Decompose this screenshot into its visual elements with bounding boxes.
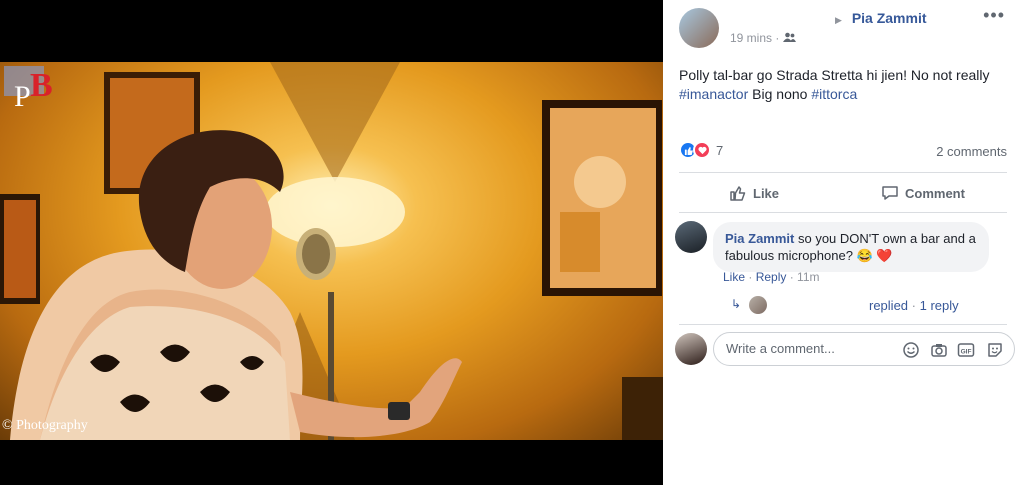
comment-like-link[interactable]: Like (723, 270, 745, 284)
love-reaction-icon (693, 141, 711, 159)
svg-text:GIF: GIF (961, 348, 972, 355)
replied-label: replied (869, 298, 909, 313)
commenter-name[interactable]: Pia Zammit (725, 231, 794, 246)
divider (679, 172, 1007, 173)
comment-input[interactable] (726, 341, 886, 356)
comment-time[interactable]: 11m (797, 270, 819, 284)
emoji-icon[interactable] (902, 341, 920, 359)
svg-text:B: B (30, 67, 53, 104)
comment-actions: Like · Reply · 11m (723, 270, 820, 284)
reply-arrow-icon: ↳ (731, 297, 742, 311)
thumbs-up-icon (730, 186, 746, 201)
commenter-avatar[interactable] (675, 221, 707, 253)
reaction-count: 7 (716, 142, 724, 158)
more-options-button[interactable]: ••• (983, 5, 1005, 26)
svg-text:P: P (14, 80, 31, 113)
replies-link[interactable]: replied · 1 reply (869, 298, 959, 313)
comment-button[interactable]: Comment (881, 181, 965, 205)
play-arrow-icon: ▶ (835, 15, 842, 25)
photo[interactable]: B P © Photography (0, 62, 663, 440)
photo-viewer: B P © Photography (0, 0, 663, 485)
like-label: Like (753, 185, 780, 201)
author-row: ▶ Pia Zammit (835, 10, 927, 26)
comment-icon (882, 186, 898, 200)
photo-theater: B P © Photography ▶ Pia Zammit ••• 19 mi… (0, 0, 1015, 485)
camera-icon[interactable] (930, 341, 948, 359)
post-text: Polly tal-bar go Strada Stretta hi jien!… (679, 66, 1009, 104)
sticker-icon[interactable] (986, 341, 1004, 359)
replier-avatar (749, 296, 767, 314)
comment-label: Comment (905, 185, 965, 201)
post-body-mid: Big nono (752, 86, 808, 102)
photographer-logo: B P (4, 66, 53, 113)
current-user-avatar (675, 333, 707, 365)
hashtag-imanactor[interactable]: #imanactor (679, 86, 748, 102)
replies-row[interactable]: ↳ replied · 1 reply (731, 296, 1011, 316)
post-panel: ▶ Pia Zammit ••• 19 mins · Polly tal-bar… (663, 0, 1015, 485)
post-body: Polly tal-bar go Strada Stretta hi jien!… (679, 67, 990, 83)
reply-count: 1 reply (919, 298, 959, 313)
post-time[interactable]: 19 mins (730, 31, 772, 45)
like-button[interactable]: Like (729, 181, 779, 205)
gif-icon[interactable]: GIF (957, 341, 975, 359)
divider (679, 212, 1007, 213)
watermark-text: © Photography (2, 418, 88, 433)
author-name[interactable]: Pia Zammit (852, 10, 927, 26)
hashtag-ittorca[interactable]: #ittorca (811, 86, 857, 102)
divider (679, 324, 1007, 325)
comment-composer[interactable]: GIF (713, 332, 1015, 366)
friends-icon[interactable] (782, 32, 796, 43)
post-meta: 19 mins · (730, 31, 796, 45)
comment-reply-link[interactable]: Reply (756, 270, 787, 284)
comments-count-link[interactable]: 2 comments (936, 144, 1007, 159)
author-avatar[interactable] (679, 8, 719, 48)
comment-bubble: Pia Zammit so you DON'T own a bar and a … (713, 222, 989, 272)
reactions-summary[interactable]: 7 (679, 140, 723, 160)
